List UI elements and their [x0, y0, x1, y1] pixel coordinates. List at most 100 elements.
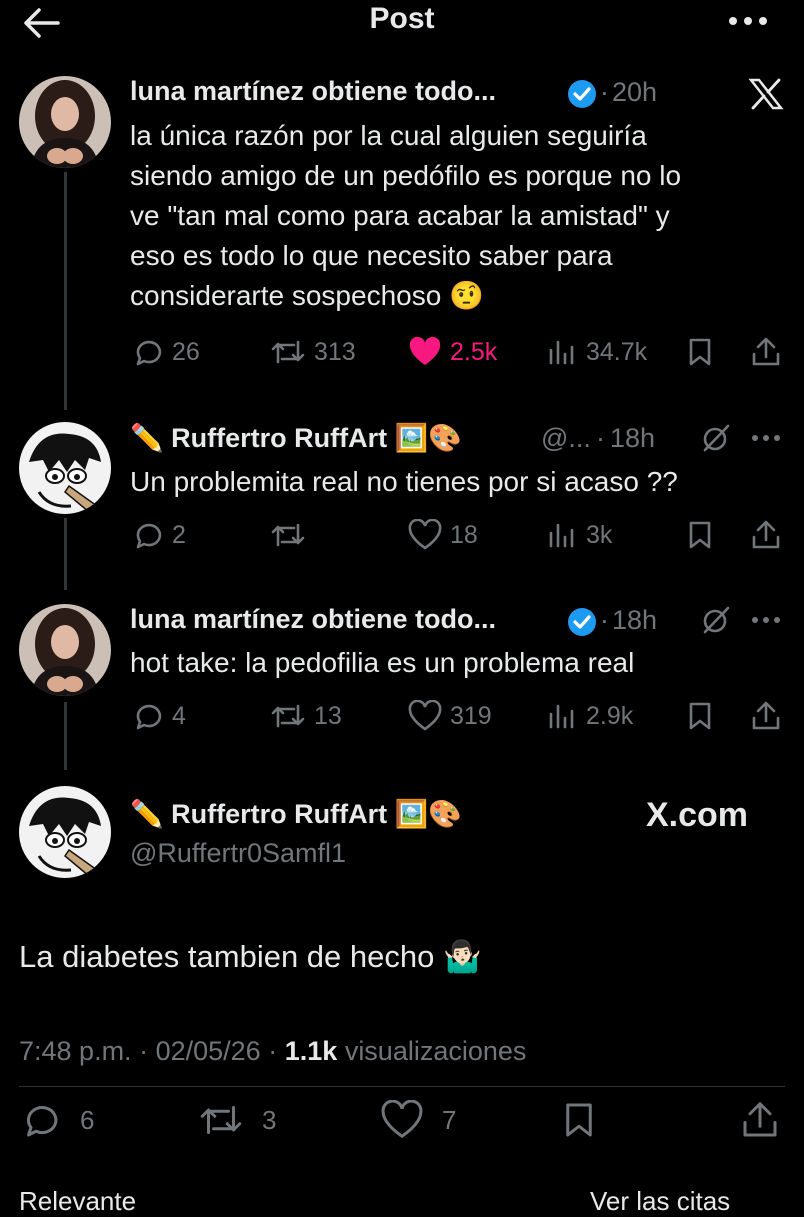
author-name[interactable]: luna martínez obtiene todo...: [130, 76, 496, 107]
thread-line: [64, 702, 67, 770]
more-options-icon[interactable]: [750, 610, 782, 630]
tweet-text-line: ve "tan mal como para acabar la amistad"…: [130, 200, 670, 231]
like-count: 18: [450, 520, 478, 549]
reply-count: 4: [172, 701, 186, 730]
avatar[interactable]: [19, 786, 111, 878]
author-name[interactable]: ✏️ Ruffertro RuffArt 🖼️🎨: [130, 798, 462, 830]
timestamp[interactable]: 18h: [610, 423, 655, 454]
repost-count: 313: [314, 337, 356, 366]
avatar[interactable]: [19, 422, 111, 514]
like-button[interactable]: 18: [408, 519, 478, 551]
views-icon: [549, 340, 574, 365]
more-options-icon[interactable]: [726, 6, 770, 36]
heart-icon: [408, 700, 442, 731]
tweet-text: la única razón por la cual alguien segui…: [130, 116, 790, 316]
divider: [19, 1086, 785, 1087]
like-count: 319: [450, 701, 492, 730]
grok-icon[interactable]: [700, 422, 732, 454]
dot-separator: ·: [268, 1036, 278, 1066]
tweet-text-line: considerarte sospechoso 🤨: [130, 276, 790, 316]
author-name-text: Ruffertro RuffArt: [171, 799, 388, 829]
views-count: 1.1k: [284, 1036, 338, 1066]
timestamp[interactable]: 18h: [612, 605, 657, 636]
views-icon: [549, 523, 574, 548]
thread-line: [64, 518, 67, 590]
reply-count: 2: [172, 520, 186, 549]
dot-separator: ·: [600, 77, 609, 107]
repost-button[interactable]: 313: [270, 336, 356, 368]
views-count: 34.7k: [586, 337, 648, 366]
reply-icon: [26, 1106, 58, 1137]
repost-icon: [200, 1106, 242, 1134]
share-icon[interactable]: [750, 336, 782, 368]
raised-eyebrow-emoji: 🤨: [449, 280, 484, 311]
repost-button[interactable]: 13: [270, 700, 342, 732]
like-button[interactable]: 319: [408, 700, 492, 732]
repost-icon: [271, 523, 305, 547]
repost-button[interactable]: [270, 519, 314, 551]
repost-count: 13: [314, 701, 342, 730]
share-icon[interactable]: [740, 1100, 780, 1140]
author-name[interactable]: ✏️ Ruffertro RuffArt 🖼️🎨: [130, 422, 462, 454]
more-options-icon[interactable]: [750, 428, 782, 448]
like-count: 7: [442, 1104, 457, 1135]
like-button[interactable]: 2.5k: [408, 336, 497, 368]
bookmark-icon[interactable]: [686, 336, 714, 368]
views-button[interactable]: 34.7k: [548, 336, 647, 368]
reply-button[interactable]: 6: [20, 1100, 94, 1140]
dot-separator: ·: [596, 423, 605, 453]
author-name-text: Ruffertro RuffArt: [171, 423, 388, 453]
profile-emojis: 🖼️🎨: [394, 799, 462, 829]
heart-icon: [381, 1100, 423, 1139]
repost-icon: [271, 340, 305, 364]
repost-button[interactable]: 3: [198, 1100, 276, 1140]
views-button[interactable]: 3k: [548, 519, 612, 551]
like-count: 2.5k: [450, 337, 498, 366]
reply-count: 6: [80, 1104, 95, 1135]
bookmark-icon[interactable]: [560, 1100, 598, 1140]
profile-emojis: 🖼️🎨: [394, 423, 462, 453]
repost-icon: [271, 704, 305, 728]
main-tweet-text-content: La diabetes tambien de hecho: [19, 939, 435, 974]
thread-line: [64, 172, 67, 410]
tweet-text-line: siendo amigo de un pedófilo es porque no…: [130, 160, 682, 191]
like-button[interactable]: 7: [380, 1100, 456, 1140]
post-date[interactable]: 02/05/26: [156, 1036, 261, 1066]
avatar[interactable]: [19, 76, 111, 168]
bookmark-icon[interactable]: [686, 700, 714, 732]
main-tweet-text: La diabetes tambien de hecho 🤷🏻‍♂️: [19, 938, 482, 975]
reply-icon: [136, 704, 162, 730]
grok-icon[interactable]: [700, 604, 732, 636]
repost-count: 3: [262, 1104, 277, 1135]
dot-separator: ·: [600, 605, 609, 635]
verified-badge-icon: [568, 608, 596, 636]
dot-separator: ·: [139, 1036, 149, 1066]
avatar[interactable]: [19, 604, 111, 696]
reply-icon: [136, 523, 162, 549]
pencil-emoji: ✏️: [130, 423, 164, 453]
shrug-emoji: 🤷🏻‍♂️: [443, 939, 482, 974]
reply-button[interactable]: 26: [132, 336, 200, 368]
share-icon[interactable]: [750, 700, 782, 732]
reply-button[interactable]: 2: [132, 519, 186, 551]
reply-button[interactable]: 4: [132, 700, 186, 732]
views-label: visualizaciones: [344, 1036, 527, 1066]
heart-filled-icon: [409, 336, 441, 365]
tweet-text-line: la única razón por la cual alguien segui…: [130, 120, 647, 151]
views-button[interactable]: 2.9k: [548, 700, 633, 732]
post-time[interactable]: 7:48 p.m.: [19, 1036, 132, 1066]
author-handle[interactable]: @Ruffertr0Samfl1: [130, 838, 346, 869]
watermark: X.com: [646, 796, 749, 834]
verified-badge-icon: [568, 80, 596, 108]
author-name[interactable]: luna martínez obtiene todo...: [130, 604, 496, 635]
tweet-text-line: eso es todo lo que necesito saber para: [130, 240, 613, 271]
timestamp[interactable]: 20h: [612, 77, 657, 108]
reply-count: 26: [172, 337, 200, 366]
sort-relevance-label[interactable]: Relevante: [19, 1186, 136, 1217]
bookmark-icon[interactable]: [686, 519, 714, 551]
share-icon[interactable]: [750, 519, 782, 551]
tweet-text: Un problemita real no tienes por si acas…: [130, 466, 678, 497]
view-quotes-link[interactable]: Ver las citas: [590, 1186, 730, 1217]
author-handle[interactable]: @...: [541, 423, 591, 454]
tweet-text: hot take: la pedofilia es un problema re…: [130, 647, 635, 678]
